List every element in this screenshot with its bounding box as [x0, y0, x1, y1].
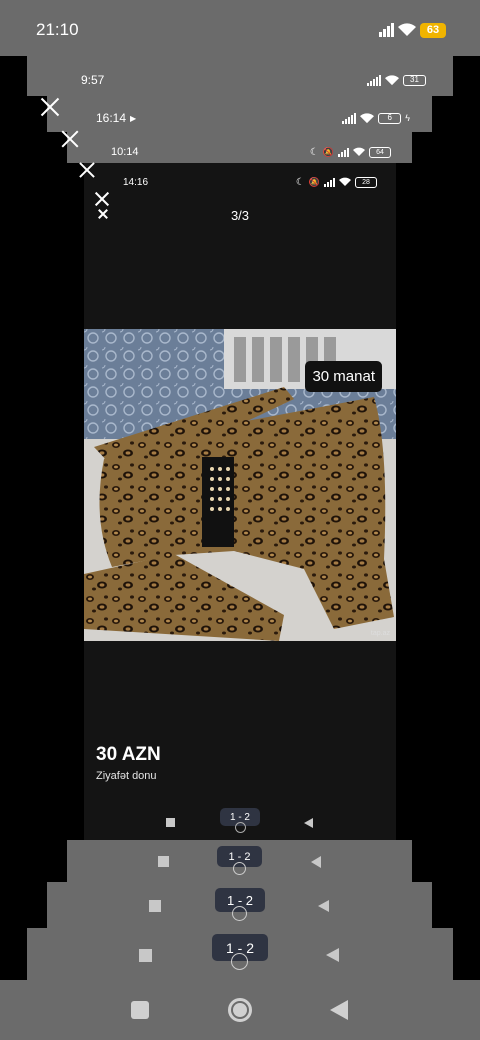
wifi-icon [385, 74, 399, 85]
wifi-icon [398, 23, 416, 36]
status-bar-3: 16:14 ▶ 6 ϟ [96, 111, 410, 125]
recents-button[interactable] [166, 818, 175, 827]
close-icon[interactable] [77, 160, 97, 180]
battery-icon: 6 [378, 112, 402, 124]
home-button[interactable] [233, 862, 246, 875]
battery-icon: 63 [420, 22, 446, 38]
watermark: tap.az [370, 630, 390, 637]
status-icons: 6 ϟ [342, 112, 410, 124]
moon-icon: ☾ [309, 146, 319, 158]
close-icon[interactable] [38, 96, 62, 118]
moon-icon: ☾ [295, 176, 305, 188]
listing-price: 30 AZN [96, 744, 161, 765]
signal-icon [342, 112, 357, 124]
close-icon[interactable] [93, 190, 111, 207]
status-icons: ☾ 🔕 64 [309, 146, 391, 158]
recents-button[interactable] [158, 856, 169, 867]
page-indicator: 3/3 [230, 208, 250, 223]
status-icons: 63 [379, 22, 446, 38]
wifi-icon [360, 112, 375, 123]
status-icons: ☾ 🔕 28 [295, 176, 377, 188]
status-time: 14:16 [123, 176, 149, 188]
page-pill-label: 1 - 2 [229, 811, 250, 823]
battery-icon: 64 [369, 146, 391, 158]
back-button[interactable] [304, 818, 313, 828]
listing-photo[interactable]: 30 manat tap.az [84, 329, 396, 641]
status-icons: 31 [367, 74, 426, 86]
status-time: 10:14 [111, 146, 139, 158]
status-bar-5: 14:16 ☾ 🔕 28 [123, 175, 377, 189]
charging-icon: ϟ [405, 113, 410, 123]
home-button-dot [233, 1003, 247, 1017]
signal-icon [324, 177, 335, 187]
recents-button[interactable] [131, 1001, 149, 1019]
listing-title: Ziyafət donu [96, 770, 157, 782]
home-button[interactable] [232, 906, 247, 921]
close-icon[interactable] [59, 128, 81, 150]
back-button[interactable] [326, 948, 339, 962]
back-button[interactable] [330, 1000, 348, 1020]
price-badge: 30 manat [305, 361, 382, 392]
recents-button[interactable] [149, 900, 161, 912]
wifi-icon [339, 177, 351, 186]
status-bar-2: 9:57 31 [81, 72, 426, 88]
play-icon: ▶ [130, 113, 137, 123]
status-bar-1: 21:10 63 [36, 20, 446, 40]
battery-icon: 31 [403, 74, 426, 86]
status-time: 16:14 [96, 111, 127, 125]
signal-icon [367, 74, 381, 86]
signal-icon [379, 23, 394, 37]
signal-icon [338, 147, 349, 157]
home-button[interactable] [231, 953, 248, 970]
mute-icon: 🔕 [322, 146, 334, 157]
back-button[interactable] [311, 856, 321, 868]
battery-icon: 28 [355, 176, 377, 188]
status-time: 9:57 [81, 73, 105, 87]
home-button[interactable] [235, 822, 246, 833]
status-time: 21:10 [36, 20, 79, 39]
mute-icon: 🔕 [308, 176, 320, 187]
status-bar-4: 10:14 ☾ 🔕 64 [111, 145, 391, 159]
wifi-icon [353, 147, 365, 156]
status-time-group: 16:14 ▶ [96, 111, 136, 125]
recents-button[interactable] [139, 949, 152, 962]
page-pill-label: 1 - 2 [228, 850, 251, 863]
back-button[interactable] [318, 900, 329, 912]
